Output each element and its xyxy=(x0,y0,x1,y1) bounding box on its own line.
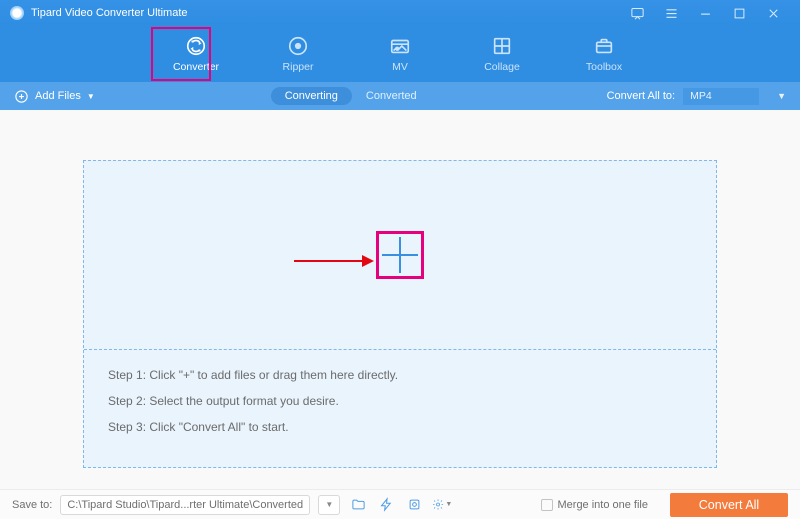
converter-icon xyxy=(185,35,207,57)
disc-icon xyxy=(287,35,309,57)
save-to-label: Save to: xyxy=(12,499,52,511)
titlebar: Tipard Video Converter Ultimate xyxy=(0,0,800,26)
main-area: Step 1: Click "+" to add files or drag t… xyxy=(0,110,800,489)
gpu-accel-icon[interactable] xyxy=(404,495,424,515)
nav-label: Toolbox xyxy=(586,61,622,73)
nav-label: Converter xyxy=(173,61,219,73)
instructions-panel: Step 1: Click "+" to add files or drag t… xyxy=(84,349,716,467)
output-format-select[interactable]: MP4 xyxy=(683,88,759,105)
settings-icon[interactable]: ▼ xyxy=(432,495,452,515)
chevron-down-icon: ▼ xyxy=(87,92,95,101)
tab-converting[interactable]: Converting xyxy=(271,87,352,105)
nav-mv[interactable]: MV xyxy=(370,35,430,73)
dropzone[interactable]: Step 1: Click "+" to add files or drag t… xyxy=(83,160,717,468)
nav-converter[interactable]: Converter xyxy=(166,35,226,73)
tab-converted[interactable]: Converted xyxy=(352,87,431,105)
add-files-button[interactable]: Add Files ▼ xyxy=(14,89,95,104)
convert-all-to-label: Convert All to: xyxy=(607,90,675,102)
menu-icon[interactable] xyxy=(654,0,688,26)
plus-circle-icon xyxy=(14,89,29,104)
format-value: MP4 xyxy=(690,90,712,102)
app-logo-icon xyxy=(10,6,24,20)
add-files-label: Add Files xyxy=(35,90,81,102)
nav-label: Collage xyxy=(484,61,520,73)
convert-all-button[interactable]: Convert All xyxy=(670,493,788,517)
chevron-down-icon[interactable]: ▼ xyxy=(777,91,786,101)
collage-icon xyxy=(491,35,513,57)
feedback-icon[interactable] xyxy=(620,0,654,26)
nav-ripper[interactable]: Ripper xyxy=(268,35,328,73)
nav-collage[interactable]: Collage xyxy=(472,35,532,73)
top-nav: Converter Ripper MV Collage Toolbox xyxy=(0,26,800,82)
subbar: Add Files ▼ Converting Converted Convert… xyxy=(0,82,800,110)
annotation-arrow xyxy=(294,254,374,268)
merge-checkbox[interactable]: Merge into one file xyxy=(541,499,649,511)
step-text: Step 1: Click "+" to add files or drag t… xyxy=(108,368,692,382)
merge-label: Merge into one file xyxy=(558,499,649,511)
step-text: Step 3: Click "Convert All" to start. xyxy=(108,420,692,434)
nav-toolbox[interactable]: Toolbox xyxy=(574,35,634,73)
app-title: Tipard Video Converter Ultimate xyxy=(31,7,188,19)
nav-label: MV xyxy=(392,61,408,73)
high-speed-icon[interactable] xyxy=(376,495,396,515)
close-icon[interactable] xyxy=(756,0,790,26)
save-path-input[interactable]: C:\Tipard Studio\Tipard...rter Ultimate\… xyxy=(60,495,310,515)
path-value: C:\Tipard Studio\Tipard...rter Ultimate\… xyxy=(67,499,303,511)
open-folder-icon[interactable] xyxy=(348,495,368,515)
toolbox-icon xyxy=(593,35,615,57)
dropzone-top[interactable] xyxy=(84,161,716,349)
minimize-icon[interactable] xyxy=(688,0,722,26)
step-text: Step 2: Select the output format you des… xyxy=(108,394,692,408)
path-dropdown-button[interactable]: ▼ xyxy=(318,495,340,515)
bottom-bar: Save to: C:\Tipard Studio\Tipard...rter … xyxy=(0,489,800,519)
maximize-icon[interactable] xyxy=(722,0,756,26)
checkbox-icon xyxy=(541,499,553,511)
nav-label: Ripper xyxy=(283,61,314,73)
add-files-plus-icon[interactable] xyxy=(382,237,418,273)
mv-icon xyxy=(389,35,411,57)
